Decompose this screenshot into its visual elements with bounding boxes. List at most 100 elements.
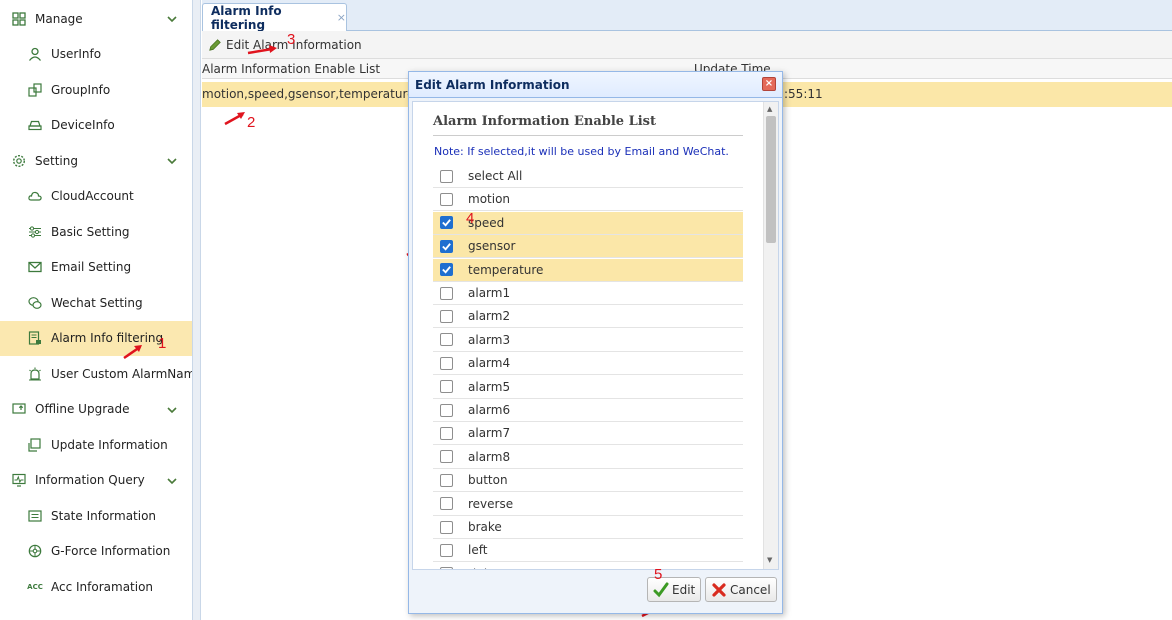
sidebar-item-state-information[interactable]: State Information <box>0 498 192 534</box>
option-label: motion <box>468 192 511 207</box>
scroll-thumb[interactable] <box>766 116 776 243</box>
sidebar-item-cloudaccount[interactable]: CloudAccount <box>0 179 192 215</box>
sidebar-item-update-information[interactable]: Update Information <box>0 427 192 463</box>
option-button[interactable]: button <box>433 469 743 493</box>
sidebar-splitter[interactable] <box>193 0 201 620</box>
checkbox[interactable] <box>440 473 453 487</box>
option-gsensor[interactable]: gsensor <box>433 235 743 259</box>
checkbox[interactable] <box>440 520 453 534</box>
option-alarm5[interactable]: alarm5 <box>433 376 743 399</box>
tab-close-icon[interactable]: × <box>337 11 346 24</box>
sidebar-group-setting[interactable]: Setting <box>0 143 192 179</box>
grid-cell-time: :55:11 <box>784 87 823 101</box>
option-label: select All <box>468 169 523 183</box>
sidebar-group-information-query[interactable]: Information Query <box>0 463 192 499</box>
sidebar-item-wechat-setting[interactable]: Wechat Setting <box>0 285 192 321</box>
checkbox[interactable] <box>440 497 453 511</box>
dialog-header[interactable]: Edit Alarm Information × <box>409 72 782 98</box>
dialog-scrollbar[interactable]: ▲ ▼ <box>763 102 778 569</box>
sidebar-item-label: Acc Inforamation <box>51 579 154 594</box>
checkmark-icon <box>653 582 669 597</box>
chevron-down-icon[interactable] <box>166 475 178 487</box>
checkbox[interactable] <box>440 426 453 440</box>
option-reverse[interactable]: reverse <box>433 493 743 516</box>
sidebar-item-label: G-Force Information <box>51 544 171 559</box>
option-left[interactable]: left <box>433 539 743 563</box>
sidebar-item-basic-setting[interactable]: Basic Setting <box>0 214 192 250</box>
option-alarm4[interactable]: alarm4 <box>433 352 743 376</box>
chevron-down-icon[interactable] <box>166 155 178 167</box>
checkbox[interactable] <box>440 333 453 347</box>
option-label: left <box>468 543 488 558</box>
checkbox[interactable] <box>440 192 453 206</box>
cloud-icon <box>28 189 42 203</box>
sidebar-item-label: Email Setting <box>51 260 132 275</box>
dialog-close-icon[interactable]: × <box>762 77 776 91</box>
checkbox[interactable] <box>440 450 453 464</box>
option-label: reverse <box>468 496 514 511</box>
option-label: alarm1 <box>468 286 511 300</box>
scroll-down-icon[interactable]: ▼ <box>767 556 772 564</box>
checkbox[interactable] <box>440 309 453 323</box>
sidebar-item-email-setting[interactable]: Email Setting <box>0 250 192 286</box>
edit-alarm-information-button[interactable]: Edit Alarm Information <box>208 38 362 52</box>
section-divider <box>433 135 743 136</box>
sidebar-group-offline-upgrade[interactable]: Offline Upgrade <box>0 392 192 428</box>
chevron-down-icon[interactable] <box>166 13 178 25</box>
filter-doc-icon <box>28 331 42 345</box>
gforce-icon <box>28 544 42 558</box>
option-alarm1[interactable]: alarm1 <box>433 282 743 305</box>
scroll-up-icon[interactable]: ▲ <box>767 105 772 113</box>
sidebar-item-label: Alarm Info filtering <box>51 331 164 346</box>
chevron-down-icon[interactable] <box>166 404 178 416</box>
sidebar-item-deviceinfo[interactable]: DeviceInfo <box>0 108 192 144</box>
option-label: brake <box>468 520 502 534</box>
sidebar-item-label: CloudAccount <box>51 189 134 204</box>
tab-alarm-info-filtering[interactable]: Alarm Info filtering × <box>202 3 347 32</box>
option-alarm7[interactable]: alarm7 <box>433 422 743 446</box>
checkbox[interactable] <box>440 567 453 569</box>
sidebar-item-g-force-information[interactable]: G-Force Information <box>0 534 192 570</box>
state-icon <box>28 509 42 523</box>
grid-header-list[interactable]: Alarm Information Enable List <box>202 62 380 76</box>
sidebar-item-user-custom-alarmname[interactable]: User Custom AlarmName <box>0 356 192 392</box>
sidebar-item-label: DeviceInfo <box>51 118 115 133</box>
option-motion[interactable]: motion <box>433 188 743 212</box>
cancel-x-icon <box>712 582 726 597</box>
sidebar-group-manage[interactable]: Manage <box>0 1 192 37</box>
option-right[interactable]: right <box>433 563 743 569</box>
alarm-icon <box>28 367 42 381</box>
annotation-1: 1 <box>158 335 167 352</box>
option-select-all[interactable]: select All <box>433 165 743 188</box>
annotation-arrow-1 <box>123 345 142 360</box>
option-alarm2[interactable]: alarm2 <box>433 305 743 329</box>
dialog-body: Alarm Information Enable List Note: If s… <box>412 101 779 570</box>
checkbox[interactable] <box>440 169 453 183</box>
option-alarm3[interactable]: alarm3 <box>433 329 743 352</box>
option-label: alarm5 <box>468 379 511 394</box>
checkbox[interactable] <box>440 286 453 300</box>
option-brake[interactable]: brake <box>433 516 743 539</box>
cancel-button[interactable]: Cancel <box>705 577 777 602</box>
option-alarm6[interactable]: alarm6 <box>433 399 743 422</box>
wechat-icon <box>28 296 42 310</box>
edit-alarm-information-dialog: Edit Alarm Information × Alarm Informati… <box>408 71 783 614</box>
checkbox[interactable] <box>440 356 453 370</box>
checkbox[interactable] <box>440 216 453 230</box>
note-text: Note: If selected,it will be used by Ema… <box>434 145 729 158</box>
checkbox[interactable] <box>440 239 453 253</box>
sidebar-item-acc-inforamation[interactable]: ACC Acc Inforamation <box>0 569 192 605</box>
checkbox[interactable] <box>440 403 453 417</box>
sidebar-item-label: Wechat Setting <box>51 295 143 310</box>
option-temperature[interactable]: temperature <box>433 258 743 282</box>
sidebar-item-groupinfo[interactable]: GroupInfo <box>0 72 192 108</box>
option-alarm8[interactable]: alarm8 <box>433 446 743 469</box>
checkbox[interactable] <box>440 380 453 394</box>
option-label: alarm7 <box>468 426 511 441</box>
checkbox[interactable] <box>440 543 453 557</box>
checkbox[interactable] <box>440 263 453 277</box>
sidebar-item-userinfo[interactable]: UserInfo <box>0 37 192 73</box>
option-speed[interactable]: speed <box>433 211 743 235</box>
upgrade-icon <box>12 402 26 416</box>
sidebar-item-label: State Information <box>51 508 157 523</box>
